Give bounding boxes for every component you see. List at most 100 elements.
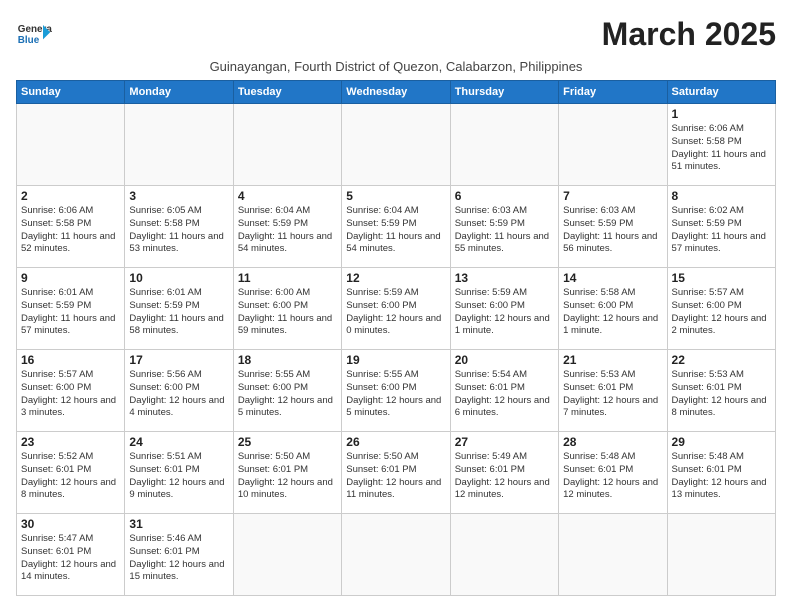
- day-info: Sunrise: 6:03 AM Sunset: 5:59 PM Dayligh…: [563, 205, 662, 256]
- day-info: Sunrise: 5:53 AM Sunset: 6:01 PM Dayligh…: [563, 369, 662, 420]
- day-number: 27: [455, 435, 554, 449]
- day-number: 19: [346, 353, 445, 367]
- calendar-cell: [450, 104, 558, 186]
- day-number: 20: [455, 353, 554, 367]
- day-number: 10: [129, 271, 228, 285]
- calendar-cell: 15 Sunrise: 5:57 AM Sunset: 6:00 PM Dayli…: [667, 268, 775, 350]
- calendar-cell: 19Sunrise: 5:55 AM Sunset: 6:00 PM Dayli…: [342, 350, 450, 432]
- day-info: Sunrise: 6:03 AM Sunset: 5:59 PM Dayligh…: [455, 205, 554, 256]
- calendar-cell: 6 Sunrise: 6:03 AM Sunset: 5:59 PM Daylig…: [450, 186, 558, 268]
- calendar-cell: 23Sunrise: 5:52 AM Sunset: 6:01 PM Dayli…: [17, 432, 125, 514]
- page-header: General Blue March 2025: [16, 16, 776, 53]
- day-info: Sunrise: 6:01 AM Sunset: 5:59 PM Dayligh…: [129, 287, 228, 338]
- calendar-cell: 27 Sunrise: 5:49 AM Sunset: 6:01 PM Dayli…: [450, 432, 558, 514]
- calendar-cell: 31 Sunrise: 5:46 AM Sunset: 6:01 PM Dayli…: [125, 514, 233, 596]
- day-of-week-header: Wednesday: [342, 81, 450, 104]
- calendar-cell: 18 Sunrise: 5:55 AM Sunset: 6:00 PM Dayli…: [233, 350, 341, 432]
- calendar-cell: 24 Sunrise: 5:51 AM Sunset: 6:01 PM Dayli…: [125, 432, 233, 514]
- day-of-week-header: Friday: [559, 81, 667, 104]
- day-number: 17: [129, 353, 228, 367]
- day-number: 31: [129, 517, 228, 531]
- day-number: 29: [672, 435, 771, 449]
- day-number: 12: [346, 271, 445, 285]
- month-title: March 2025: [602, 16, 776, 53]
- day-number: 11: [238, 271, 337, 285]
- day-info: Sunrise: 5:51 AM Sunset: 6:01 PM Dayligh…: [129, 451, 228, 502]
- calendar-week-row: 2 Sunrise: 6:06 AM Sunset: 5:58 PM Daylig…: [17, 186, 776, 268]
- calendar-cell: 2 Sunrise: 6:06 AM Sunset: 5:58 PM Daylig…: [17, 186, 125, 268]
- day-number: 21: [563, 353, 662, 367]
- day-info: Sunrise: 6:02 AM Sunset: 5:59 PM Dayligh…: [672, 205, 771, 256]
- calendar-cell: 28Sunrise: 5:48 AM Sunset: 6:01 PM Dayli…: [559, 432, 667, 514]
- day-number: 1: [672, 107, 771, 121]
- calendar-week-row: 30Sunrise: 5:47 AM Sunset: 6:01 PM Dayli…: [17, 514, 776, 596]
- subtitle: Guinayangan, Fourth District of Quezon, …: [16, 59, 776, 74]
- calendar-cell: 16 Sunrise: 5:57 AM Sunset: 6:00 PM Dayli…: [17, 350, 125, 432]
- calendar-cell: [559, 104, 667, 186]
- day-info: Sunrise: 5:50 AM Sunset: 6:01 PM Dayligh…: [346, 451, 445, 502]
- day-info: Sunrise: 5:49 AM Sunset: 6:01 PM Dayligh…: [455, 451, 554, 502]
- calendar-cell: 3 Sunrise: 6:05 AM Sunset: 5:58 PM Daylig…: [125, 186, 233, 268]
- logo-icon: General Blue: [16, 16, 52, 52]
- day-info: Sunrise: 5:46 AM Sunset: 6:01 PM Dayligh…: [129, 533, 228, 584]
- day-info: Sunrise: 5:57 AM Sunset: 6:00 PM Dayligh…: [672, 287, 771, 338]
- day-number: 13: [455, 271, 554, 285]
- day-number: 18: [238, 353, 337, 367]
- day-of-week-header: Saturday: [667, 81, 775, 104]
- calendar-cell: [342, 514, 450, 596]
- calendar-week-row: 9 Sunrise: 6:01 AM Sunset: 5:59 PM Daylig…: [17, 268, 776, 350]
- day-info: Sunrise: 6:04 AM Sunset: 5:59 PM Dayligh…: [238, 205, 337, 256]
- logo: General Blue: [16, 16, 52, 52]
- day-of-week-header: Thursday: [450, 81, 558, 104]
- day-number: 2: [21, 189, 120, 203]
- day-info: Sunrise: 5:48 AM Sunset: 6:01 PM Dayligh…: [563, 451, 662, 502]
- day-number: 15: [672, 271, 771, 285]
- day-info: Sunrise: 5:55 AM Sunset: 6:00 PM Dayligh…: [238, 369, 337, 420]
- day-info: Sunrise: 5:59 AM Sunset: 6:00 PM Dayligh…: [455, 287, 554, 338]
- day-number: 7: [563, 189, 662, 203]
- calendar-cell: 9Sunrise: 6:01 AM Sunset: 5:59 PM Daylig…: [17, 268, 125, 350]
- calendar-cell: 11 Sunrise: 6:00 AM Sunset: 6:00 PM Dayli…: [233, 268, 341, 350]
- day-number: 4: [238, 189, 337, 203]
- calendar-cell: 1Sunrise: 6:06 AM Sunset: 5:58 PM Daylig…: [667, 104, 775, 186]
- calendar-cell: 8Sunrise: 6:02 AM Sunset: 5:59 PM Daylig…: [667, 186, 775, 268]
- calendar-cell: 4 Sunrise: 6:04 AM Sunset: 5:59 PM Daylig…: [233, 186, 341, 268]
- day-number: 26: [346, 435, 445, 449]
- day-of-week-header: Monday: [125, 81, 233, 104]
- calendar-cell: 12Sunrise: 5:59 AM Sunset: 6:00 PM Dayli…: [342, 268, 450, 350]
- day-number: 3: [129, 189, 228, 203]
- day-info: Sunrise: 6:06 AM Sunset: 5:58 PM Dayligh…: [21, 205, 120, 256]
- day-info: Sunrise: 5:47 AM Sunset: 6:01 PM Dayligh…: [21, 533, 120, 584]
- calendar-cell: 21 Sunrise: 5:53 AM Sunset: 6:01 PM Dayli…: [559, 350, 667, 432]
- calendar-cell: 7 Sunrise: 6:03 AM Sunset: 5:59 PM Daylig…: [559, 186, 667, 268]
- day-info: Sunrise: 6:00 AM Sunset: 6:00 PM Dayligh…: [238, 287, 337, 338]
- calendar-cell: 29 Sunrise: 5:48 AM Sunset: 6:01 PM Dayli…: [667, 432, 775, 514]
- calendar-cell: [233, 104, 341, 186]
- day-info: Sunrise: 5:58 AM Sunset: 6:00 PM Dayligh…: [563, 287, 662, 338]
- day-number: 24: [129, 435, 228, 449]
- calendar-cell: 20 Sunrise: 5:54 AM Sunset: 6:01 PM Dayli…: [450, 350, 558, 432]
- calendar-cell: 5Sunrise: 6:04 AM Sunset: 5:59 PM Daylig…: [342, 186, 450, 268]
- day-info: Sunrise: 5:54 AM Sunset: 6:01 PM Dayligh…: [455, 369, 554, 420]
- day-info: Sunrise: 5:57 AM Sunset: 6:00 PM Dayligh…: [21, 369, 120, 420]
- calendar-cell: [667, 514, 775, 596]
- day-number: 22: [672, 353, 771, 367]
- day-info: Sunrise: 5:48 AM Sunset: 6:01 PM Dayligh…: [672, 451, 771, 502]
- day-info: Sunrise: 6:05 AM Sunset: 5:58 PM Dayligh…: [129, 205, 228, 256]
- calendar-week-row: 16 Sunrise: 5:57 AM Sunset: 6:00 PM Dayli…: [17, 350, 776, 432]
- day-number: 14: [563, 271, 662, 285]
- day-info: Sunrise: 5:50 AM Sunset: 6:01 PM Dayligh…: [238, 451, 337, 502]
- calendar-table: SundayMondayTuesdayWednesdayThursdayFrid…: [16, 80, 776, 596]
- day-number: 16: [21, 353, 120, 367]
- day-number: 23: [21, 435, 120, 449]
- calendar-cell: 10 Sunrise: 6:01 AM Sunset: 5:59 PM Dayli…: [125, 268, 233, 350]
- calendar-cell: 14 Sunrise: 5:58 AM Sunset: 6:00 PM Dayli…: [559, 268, 667, 350]
- day-of-week-header: Sunday: [17, 81, 125, 104]
- day-number: 9: [21, 271, 120, 285]
- calendar-week-row: 1Sunrise: 6:06 AM Sunset: 5:58 PM Daylig…: [17, 104, 776, 186]
- day-number: 5: [346, 189, 445, 203]
- header-row: SundayMondayTuesdayWednesdayThursdayFrid…: [17, 81, 776, 104]
- day-number: 6: [455, 189, 554, 203]
- day-number: 25: [238, 435, 337, 449]
- calendar-cell: [233, 514, 341, 596]
